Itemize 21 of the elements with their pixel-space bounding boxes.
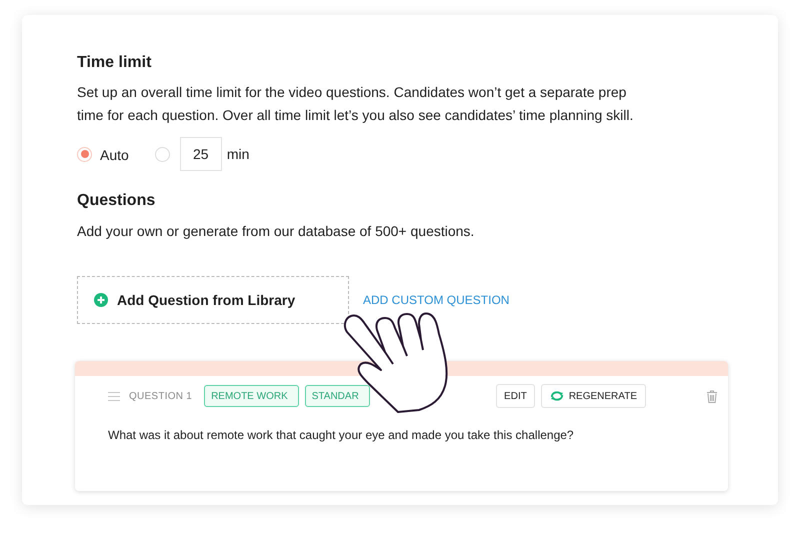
radio-button[interactable] xyxy=(154,146,170,162)
add-library-button[interactable]: Add Question from Library xyxy=(77,276,349,324)
radio-label: Auto xyxy=(100,146,129,164)
trash-icon[interactable] xyxy=(706,390,718,402)
section-description: Add your own or generate from our database of 500+ questions. xyxy=(77,222,476,241)
tag: STANDAR xyxy=(304,385,370,407)
drag-handle-icon[interactable] xyxy=(108,392,120,400)
unit-label: min xyxy=(226,144,250,164)
question-label: QUESTION 1 xyxy=(129,390,192,404)
section-description: Set up an overall time limit for the video questions. Candidates won’t get a separate prep time for each question. Over all time limit let’s you also see candidates’ time planning skill. xyxy=(77,83,634,125)
minutes-field[interactable]: 25 xyxy=(180,137,222,171)
edit-button[interactable]: EDIT xyxy=(496,384,535,408)
refresh-icon xyxy=(550,391,564,401)
add-custom-link[interactable]: ADD CUSTOM QUESTION xyxy=(363,291,510,309)
plus-circle-icon xyxy=(94,293,108,307)
radio-button[interactable] xyxy=(77,146,92,162)
section-title: Questions xyxy=(77,191,156,211)
tag: REMOTE WORK xyxy=(204,385,299,407)
section-title: Time limit xyxy=(77,53,152,73)
question-text: What was it about remote work that caught your eye and made you take this challenge? xyxy=(107,427,575,444)
regenerate-button[interactable]: REGENERATE xyxy=(540,384,646,408)
